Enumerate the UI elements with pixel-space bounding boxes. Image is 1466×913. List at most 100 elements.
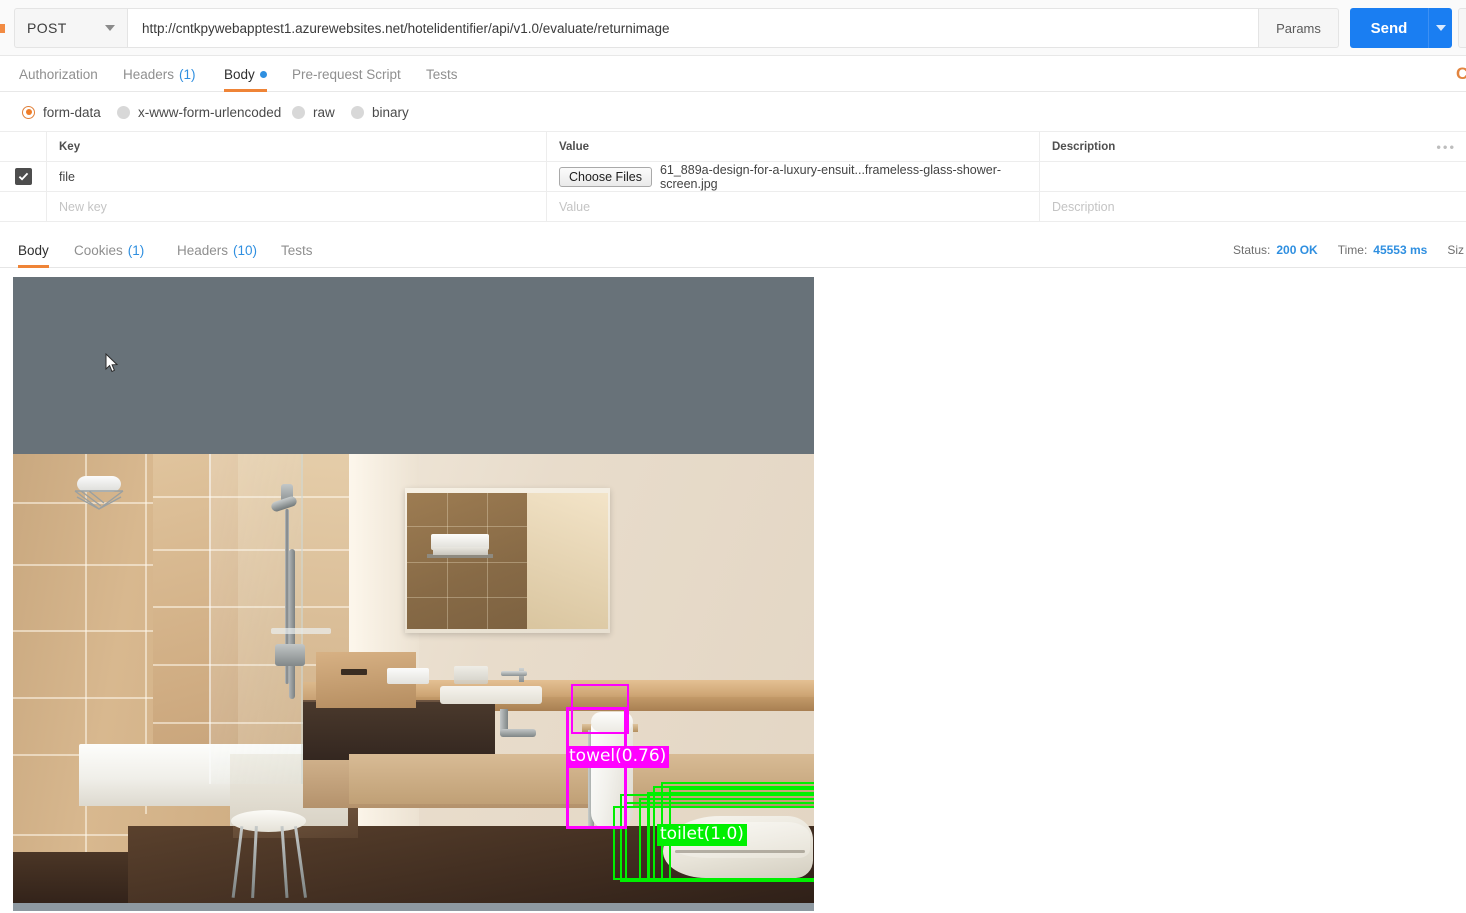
tab-body[interactable]: Body xyxy=(224,56,267,92)
row-value-file-input[interactable]: Choose Files 61_889a-design-for-a-luxury… xyxy=(547,162,1040,191)
code-link-icon[interactable]: C xyxy=(1456,64,1466,84)
form-data-table: Key Value Description ••• file Choose Fi… xyxy=(0,132,1466,222)
new-row-checkbox[interactable] xyxy=(0,192,47,221)
tab-authorization[interactable]: Authorization xyxy=(19,56,98,92)
radio-binary-label: binary xyxy=(372,104,409,120)
sink-drain-pipe-horizontal xyxy=(500,729,536,737)
response-tabs: Body Cookies (1) Headers (10) Tests Stat… xyxy=(0,232,1466,268)
table-new-row: New key Value Description xyxy=(0,192,1466,222)
header-cell-description: Description ••• xyxy=(1040,132,1466,161)
response-tab-tests-label: Tests xyxy=(281,242,313,258)
header-cell-key: Key xyxy=(47,132,547,161)
tab-tests[interactable]: Tests xyxy=(426,56,458,92)
send-button[interactable]: Send xyxy=(1350,8,1428,48)
response-image: towel(0.76) toilet(1.0) xyxy=(13,277,814,911)
drawer-handle xyxy=(341,669,367,675)
radio-unselected-icon xyxy=(117,105,130,119)
response-tab-headers-label: Headers xyxy=(177,242,229,258)
row-key-text: file xyxy=(59,169,75,184)
tab-headers-label: Headers xyxy=(123,66,175,82)
radio-binary[interactable]: binary xyxy=(351,92,409,132)
mirror-towel-lower xyxy=(433,547,488,555)
selected-file-name: 61_889a-design-for-a-luxury-ensuit...fra… xyxy=(659,162,1002,191)
choose-files-button[interactable]: Choose Files xyxy=(559,166,652,187)
radio-x-www-form-urlencoded-label: x-www-form-urlencoded xyxy=(138,104,282,120)
size-label: Siz xyxy=(1447,243,1464,257)
response-tab-body[interactable]: Body xyxy=(18,232,49,268)
row-description-input[interactable] xyxy=(1040,162,1466,191)
header-cell-value: Value xyxy=(547,132,1040,161)
new-key-input[interactable]: New key xyxy=(47,192,547,221)
row-checkbox[interactable] xyxy=(0,162,47,191)
radio-x-www-form-urlencoded[interactable]: x-www-form-urlencoded xyxy=(117,92,281,132)
header-description-label: Description xyxy=(1052,140,1116,153)
http-method-selector[interactable]: POST xyxy=(14,8,127,48)
header-key-label: Key xyxy=(59,140,81,153)
counter-towel-stack xyxy=(387,668,429,684)
checkbox-checked-icon xyxy=(14,168,32,185)
detection-box-towel xyxy=(571,684,629,734)
wire-rack-icon xyxy=(74,490,124,510)
shower-mixer-valve xyxy=(275,644,305,666)
chevron-down-icon xyxy=(1435,25,1446,31)
time-label: Time: xyxy=(1337,243,1368,257)
new-description-placeholder: Description xyxy=(1052,199,1115,214)
new-value-placeholder: Value xyxy=(559,199,591,214)
table-header-row: Key Value Description ••• xyxy=(0,132,1466,162)
new-description-input[interactable]: Description xyxy=(1040,192,1466,221)
header-value-label: Value xyxy=(559,140,590,153)
bathroom-photo: towel(0.76) toilet(1.0) xyxy=(13,454,814,903)
chevron-down-icon xyxy=(105,25,115,31)
unsaved-dot-icon xyxy=(259,70,267,78)
request-url-bar: POST http://cntkpywebapptest1.azurewebsi… xyxy=(0,0,1466,56)
radio-selected-icon xyxy=(22,105,35,119)
tab-tests-label: Tests xyxy=(426,66,458,82)
mirror-reflection-right xyxy=(527,493,608,629)
status-label: Status: xyxy=(1233,243,1271,257)
send-label: Send xyxy=(1370,19,1408,37)
ellipsis-icon[interactable]: ••• xyxy=(1436,139,1456,154)
image-letterbox-top xyxy=(13,277,814,454)
shower-hose xyxy=(289,549,295,699)
time-value: 45553 ms xyxy=(1373,243,1428,257)
detection-label-toilet: toilet(1.0) xyxy=(657,824,747,846)
new-value-input[interactable]: Value xyxy=(547,192,1040,221)
params-button[interactable]: Params xyxy=(1259,8,1339,48)
corner-shelf-rack xyxy=(73,476,125,512)
send-options-button[interactable] xyxy=(1428,8,1452,48)
url-input[interactable]: http://cntkpywebapptest1.azurewebsites.n… xyxy=(127,8,1259,48)
save-button[interactable] xyxy=(1458,8,1466,48)
new-key-placeholder: New key xyxy=(59,199,107,214)
mirror-grout xyxy=(407,526,527,528)
mirror-reflection-left xyxy=(407,493,527,629)
radio-form-data-label: form-data xyxy=(43,104,101,120)
grout-line xyxy=(85,454,87,903)
radio-form-data[interactable]: form-data xyxy=(22,92,101,132)
tab-authorization-label: Authorization xyxy=(19,66,98,82)
tab-headers-count: (1) xyxy=(179,66,196,82)
response-tab-body-label: Body xyxy=(18,242,49,258)
detection-label-towel: towel(0.76) xyxy=(566,746,670,768)
sink-basin xyxy=(440,686,542,704)
mirror-grout xyxy=(447,493,449,629)
tab-pre-request-script[interactable]: Pre-request Script xyxy=(292,56,401,92)
response-tab-tests[interactable]: Tests xyxy=(281,232,313,268)
mirror-grout xyxy=(487,493,489,629)
sidebar-active-marker xyxy=(0,24,5,33)
faucet xyxy=(501,671,527,676)
header-cell-select xyxy=(0,132,47,161)
response-tab-headers[interactable]: Headers (10) xyxy=(177,232,257,268)
radio-unselected-icon xyxy=(351,105,364,119)
response-body-panel: towel(0.76) toilet(1.0) xyxy=(0,268,1466,913)
radio-unselected-icon xyxy=(292,105,305,119)
row-key-input[interactable]: file xyxy=(47,162,547,191)
http-method-label: POST xyxy=(27,20,67,36)
radio-raw[interactable]: raw xyxy=(292,92,335,132)
status-badge: 200 OK xyxy=(1276,243,1318,257)
response-tab-cookies[interactable]: Cookies (1) xyxy=(74,232,144,268)
mirror-grout xyxy=(407,597,527,599)
tab-headers[interactable]: Headers (1) xyxy=(123,56,196,92)
arrow-cursor-icon xyxy=(105,353,119,373)
response-tab-cookies-count: (1) xyxy=(127,242,145,258)
response-meta: Status: 200 OK Time: 45553 ms Siz xyxy=(1233,232,1466,268)
